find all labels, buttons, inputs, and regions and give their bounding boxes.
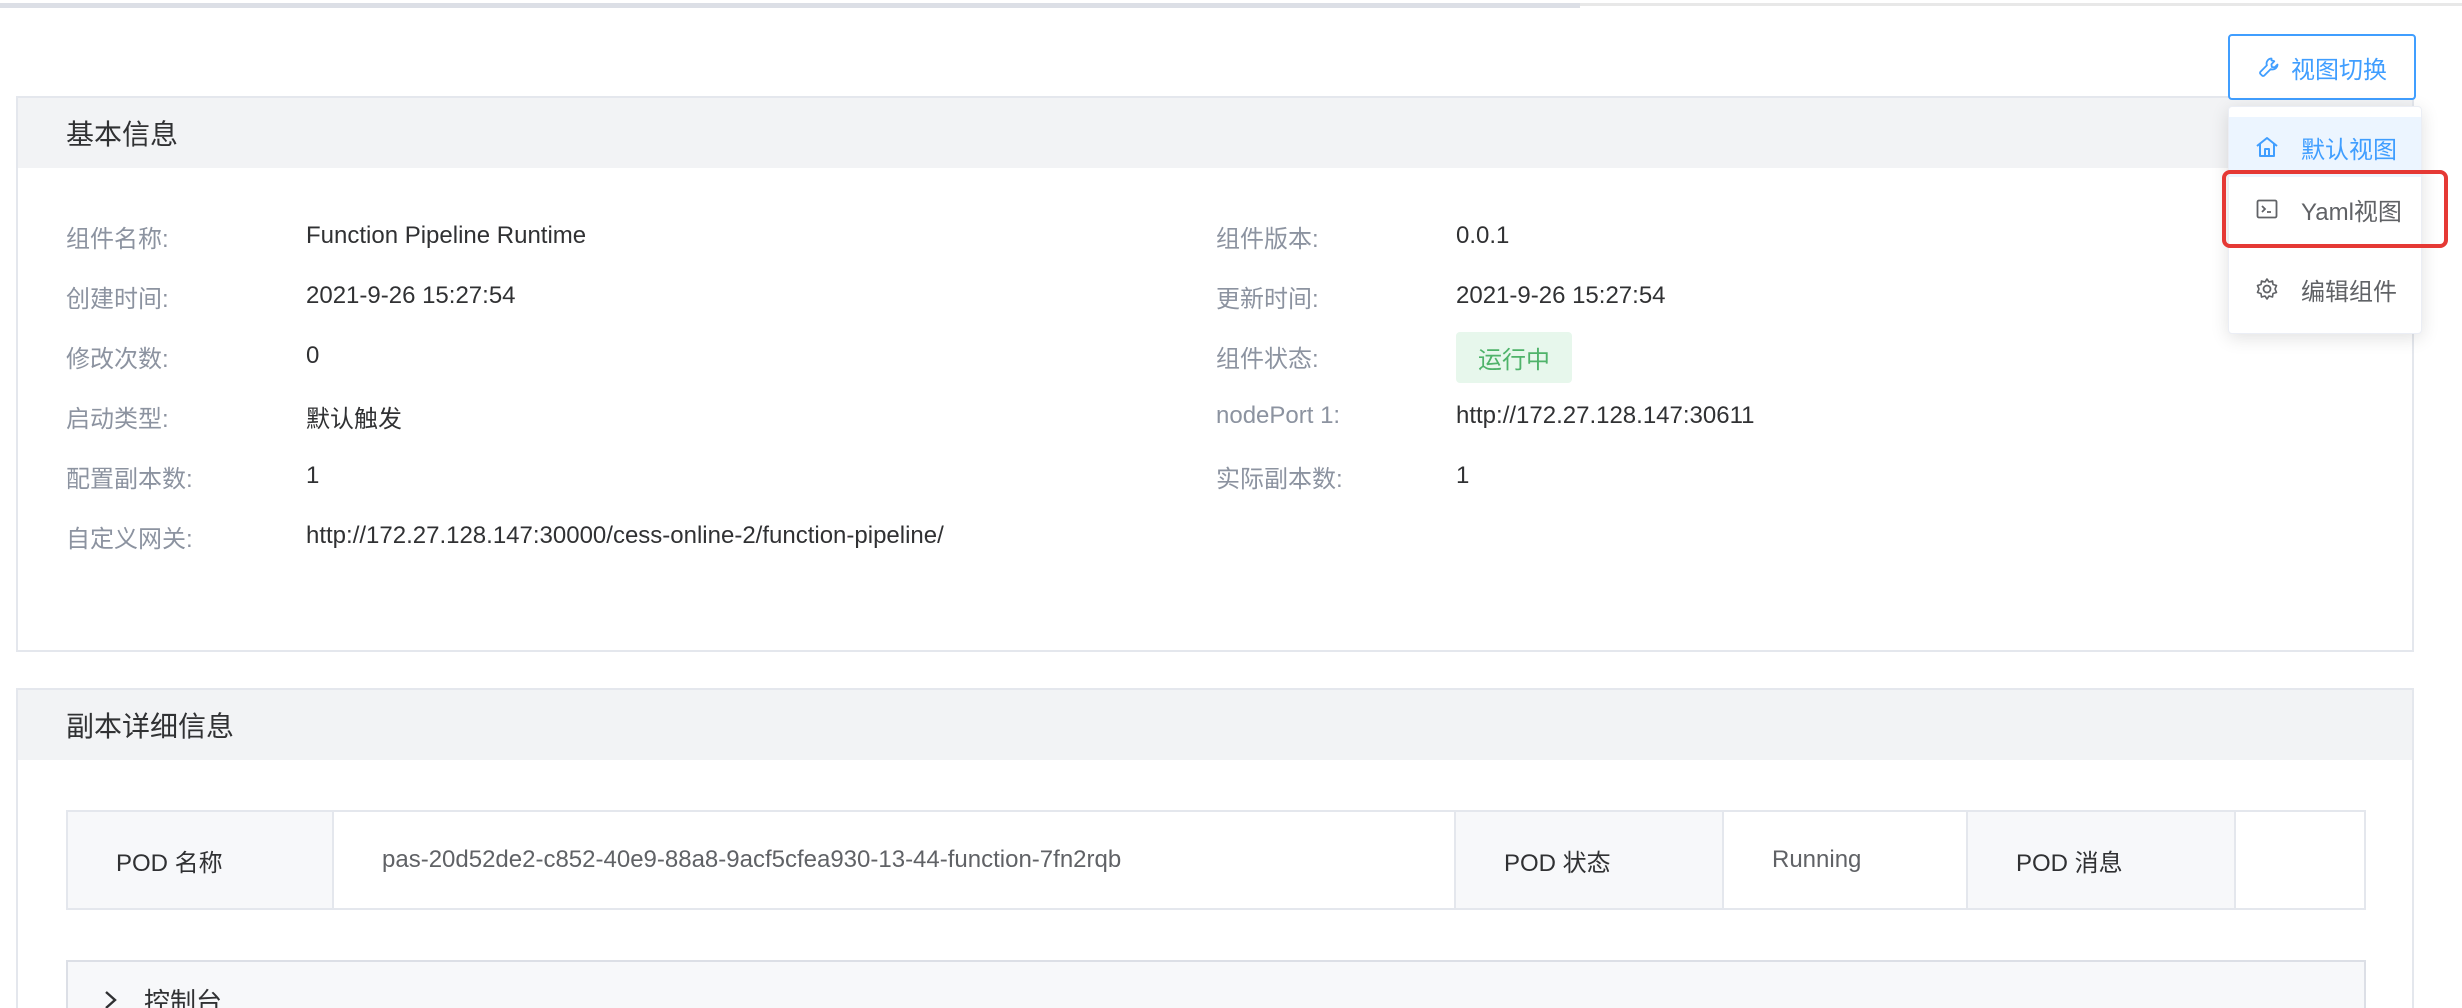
terminal-icon xyxy=(2253,195,2281,223)
replica-info-card: 副本详细信息 POD 名称 pas-20d52de2-c852-40e9-88a… xyxy=(16,688,2414,1008)
gear-icon xyxy=(2253,275,2281,303)
console-collapse[interactable]: 控制台 xyxy=(66,960,2366,1008)
pod-table: POD 名称 pas-20d52de2-c852-40e9-88a8-9acf5… xyxy=(66,810,2366,910)
modify-count-label: 修改次数: xyxy=(66,345,169,373)
component-name-label: 组件名称: xyxy=(66,225,169,253)
menu-item-edit-component[interactable]: 编辑组件 xyxy=(2229,259,2421,319)
pod-name-value: pas-20d52de2-c852-40e9-88a8-9acf5cfea930… xyxy=(332,812,1454,908)
pod-status-value: Running xyxy=(1722,812,1966,908)
component-version-label: 组件版本: xyxy=(1216,225,1319,253)
node-port-label: nodePort 1: xyxy=(1216,402,1341,429)
pod-name-header: POD 名称 xyxy=(68,812,332,908)
component-status-value: 运行中 xyxy=(1456,332,1572,383)
created-time-value: 2021-9-26 15:27:54 xyxy=(306,282,516,309)
chevron-right-icon xyxy=(102,989,132,1008)
node-port-value[interactable]: http://172.27.128.147:30611 xyxy=(1456,402,1755,430)
page: 基本信息 组件名称: Function Pipeline Runtime 创建时… xyxy=(0,0,2462,1008)
component-name-value: Function Pipeline Runtime xyxy=(306,222,587,249)
view-switch-button[interactable]: 视图切换 xyxy=(2228,34,2416,100)
modify-count-value: 0 xyxy=(306,342,320,369)
custom-gateway-label: 自定义网关: xyxy=(66,525,193,553)
menu-item-yaml-view[interactable]: Yaml视图 xyxy=(2229,179,2421,239)
updated-time-label: 更新时间: xyxy=(1216,285,1319,313)
menu-item-label: 编辑组件 xyxy=(2301,278,2397,306)
console-label: 控制台 xyxy=(144,986,223,1008)
component-status-label: 组件状态: xyxy=(1216,345,1319,373)
status-badge: 运行中 xyxy=(1456,332,1572,383)
pod-message-header: POD 消息 xyxy=(1966,812,2234,908)
actual-replicas-value: 1 xyxy=(1456,462,1470,489)
pod-status-header: POD 状态 xyxy=(1454,812,1722,908)
basic-info-card: 基本信息 组件名称: Function Pipeline Runtime 创建时… xyxy=(16,96,2414,652)
start-type-value: 默认触发 xyxy=(306,405,402,433)
menu-item-label: Yaml视图 xyxy=(2301,198,2402,226)
created-time-label: 创建时间: xyxy=(66,285,169,313)
actual-replicas-label: 实际副本数: xyxy=(1216,465,1343,493)
component-version-value: 0.0.1 xyxy=(1456,222,1510,249)
view-switch-label: 视图切换 xyxy=(2291,56,2387,84)
updated-time-value: 2021-9-26 15:27:54 xyxy=(1456,282,1666,309)
top-divider xyxy=(0,0,2462,10)
view-dropdown-menu: 默认视图 Yaml视图 编辑组件 xyxy=(2228,106,2422,334)
wrench-icon xyxy=(2257,55,2281,79)
configured-replicas-label: 配置副本数: xyxy=(66,465,193,493)
pod-message-value xyxy=(2234,812,2364,908)
menu-item-default-view[interactable]: 默认视图 xyxy=(2229,117,2421,177)
menu-item-label: 默认视图 xyxy=(2301,136,2397,164)
configured-replicas-value: 1 xyxy=(306,462,320,489)
replica-info-title: 副本详细信息 xyxy=(18,690,2412,760)
start-type-label: 启动类型: xyxy=(66,405,169,433)
custom-gateway-value[interactable]: http://172.27.128.147:30000/cess-online-… xyxy=(306,522,944,550)
basic-info-title: 基本信息 xyxy=(18,98,2412,168)
home-icon xyxy=(2253,133,2281,161)
